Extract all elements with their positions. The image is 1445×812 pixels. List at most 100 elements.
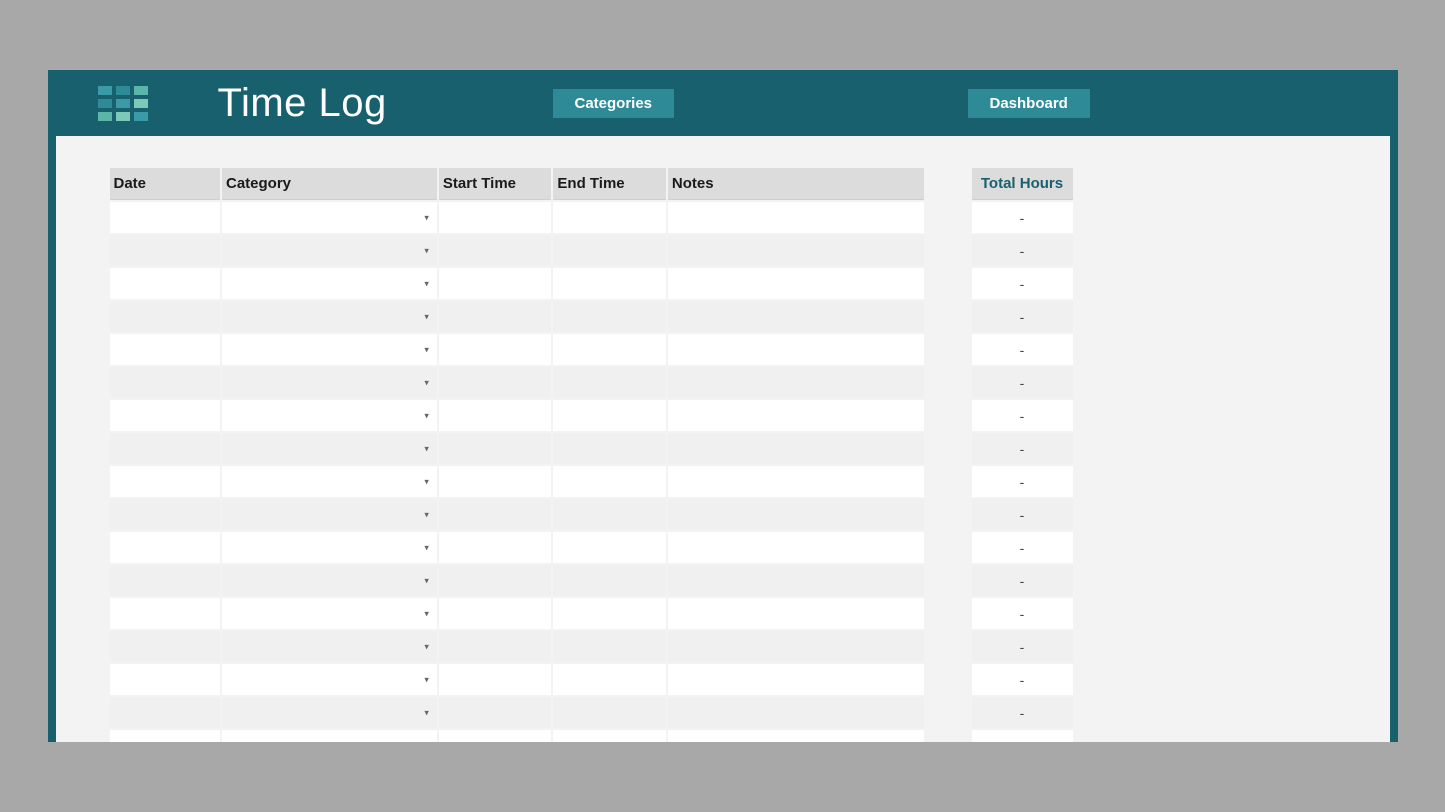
cell-start-time[interactable] (439, 598, 551, 629)
cell-notes[interactable] (668, 532, 924, 563)
cell-notes[interactable] (668, 433, 924, 464)
cell-date[interactable] (110, 730, 220, 742)
cell-date[interactable] (110, 268, 220, 299)
dropdown-caret-icon[interactable]: ▾ (424, 641, 429, 652)
categories-button[interactable]: Categories (553, 89, 675, 118)
cell-date[interactable] (110, 532, 220, 563)
cell-date[interactable] (110, 499, 220, 530)
cell-notes[interactable] (668, 565, 924, 596)
cell-start-time[interactable] (439, 202, 551, 233)
cell-end-time[interactable] (553, 565, 665, 596)
dropdown-caret-icon[interactable]: ▾ (424, 377, 429, 388)
cell-start-time[interactable] (439, 268, 551, 299)
cell-date[interactable] (110, 664, 220, 695)
cell-end-time[interactable] (553, 400, 665, 431)
cell-start-time[interactable] (439, 532, 551, 563)
cell-start-time[interactable] (439, 466, 551, 497)
cell-category[interactable]: ▾ (222, 400, 437, 431)
dropdown-caret-icon[interactable]: ▾ (424, 674, 429, 685)
dropdown-caret-icon[interactable]: ▾ (424, 509, 429, 520)
cell-end-time[interactable] (553, 235, 665, 266)
cell-date[interactable] (110, 697, 220, 728)
cell-notes[interactable] (668, 730, 924, 742)
dropdown-caret-icon[interactable]: ▾ (424, 575, 429, 586)
cell-notes[interactable] (668, 367, 924, 398)
cell-notes[interactable] (668, 268, 924, 299)
cell-date[interactable] (110, 334, 220, 365)
cell-end-time[interactable] (553, 334, 665, 365)
cell-category[interactable]: ▾ (222, 301, 437, 332)
cell-date[interactable] (110, 400, 220, 431)
cell-end-time[interactable] (553, 697, 665, 728)
cell-start-time[interactable] (439, 664, 551, 695)
cell-start-time[interactable] (439, 301, 551, 332)
cell-start-time[interactable] (439, 631, 551, 662)
cell-category[interactable]: ▾ (222, 202, 437, 233)
dropdown-caret-icon[interactable]: ▾ (424, 245, 429, 256)
cell-date[interactable] (110, 631, 220, 662)
cell-date[interactable] (110, 466, 220, 497)
cell-start-time[interactable] (439, 400, 551, 431)
cell-end-time[interactable] (553, 268, 665, 299)
dropdown-caret-icon[interactable]: ▾ (424, 212, 429, 223)
cell-end-time[interactable] (553, 664, 665, 695)
cell-end-time[interactable] (553, 730, 665, 742)
cell-start-time[interactable] (439, 367, 551, 398)
cell-date[interactable] (110, 433, 220, 464)
cell-category[interactable]: ▾ (222, 367, 437, 398)
cell-notes[interactable] (668, 466, 924, 497)
dashboard-button[interactable]: Dashboard (968, 89, 1090, 118)
cell-end-time[interactable] (553, 433, 665, 464)
cell-category[interactable]: ▾ (222, 631, 437, 662)
cell-date[interactable] (110, 301, 220, 332)
cell-date[interactable] (110, 598, 220, 629)
cell-category[interactable]: ▾ (222, 466, 437, 497)
cell-date[interactable] (110, 367, 220, 398)
cell-category[interactable]: ▾ (222, 268, 437, 299)
cell-date[interactable] (110, 565, 220, 596)
cell-category[interactable]: ▾ (222, 433, 437, 464)
cell-start-time[interactable] (439, 235, 551, 266)
cell-end-time[interactable] (553, 202, 665, 233)
cell-notes[interactable] (668, 598, 924, 629)
cell-category[interactable]: ▾ (222, 565, 437, 596)
cell-notes[interactable] (668, 400, 924, 431)
dropdown-caret-icon[interactable]: ▾ (424, 443, 429, 454)
cell-end-time[interactable] (553, 499, 665, 530)
cell-notes[interactable] (668, 334, 924, 365)
cell-end-time[interactable] (553, 631, 665, 662)
dropdown-caret-icon[interactable]: ▾ (424, 311, 429, 322)
cell-start-time[interactable] (439, 334, 551, 365)
cell-end-time[interactable] (553, 598, 665, 629)
dropdown-caret-icon[interactable]: ▾ (424, 542, 429, 553)
cell-notes[interactable] (668, 499, 924, 530)
cell-start-time[interactable] (439, 433, 551, 464)
cell-notes[interactable] (668, 301, 924, 332)
cell-notes[interactable] (668, 697, 924, 728)
cell-end-time[interactable] (553, 466, 665, 497)
cell-category[interactable]: ▾ (222, 730, 437, 742)
dropdown-caret-icon[interactable]: ▾ (424, 476, 429, 487)
cell-end-time[interactable] (553, 301, 665, 332)
cell-end-time[interactable] (553, 367, 665, 398)
cell-category[interactable]: ▾ (222, 235, 437, 266)
cell-date[interactable] (110, 202, 220, 233)
cell-date[interactable] (110, 235, 220, 266)
dropdown-caret-icon[interactable]: ▾ (424, 740, 429, 742)
cell-start-time[interactable] (439, 565, 551, 596)
cell-notes[interactable] (668, 235, 924, 266)
dropdown-caret-icon[interactable]: ▾ (424, 608, 429, 619)
dropdown-caret-icon[interactable]: ▾ (424, 278, 429, 289)
cell-category[interactable]: ▾ (222, 532, 437, 563)
dropdown-caret-icon[interactable]: ▾ (424, 410, 429, 421)
cell-category[interactable]: ▾ (222, 664, 437, 695)
dropdown-caret-icon[interactable]: ▾ (424, 707, 429, 718)
cell-notes[interactable] (668, 664, 924, 695)
cell-end-time[interactable] (553, 532, 665, 563)
cell-category[interactable]: ▾ (222, 334, 437, 365)
cell-start-time[interactable] (439, 499, 551, 530)
cell-notes[interactable] (668, 202, 924, 233)
cell-start-time[interactable] (439, 730, 551, 742)
cell-category[interactable]: ▾ (222, 697, 437, 728)
cell-start-time[interactable] (439, 697, 551, 728)
